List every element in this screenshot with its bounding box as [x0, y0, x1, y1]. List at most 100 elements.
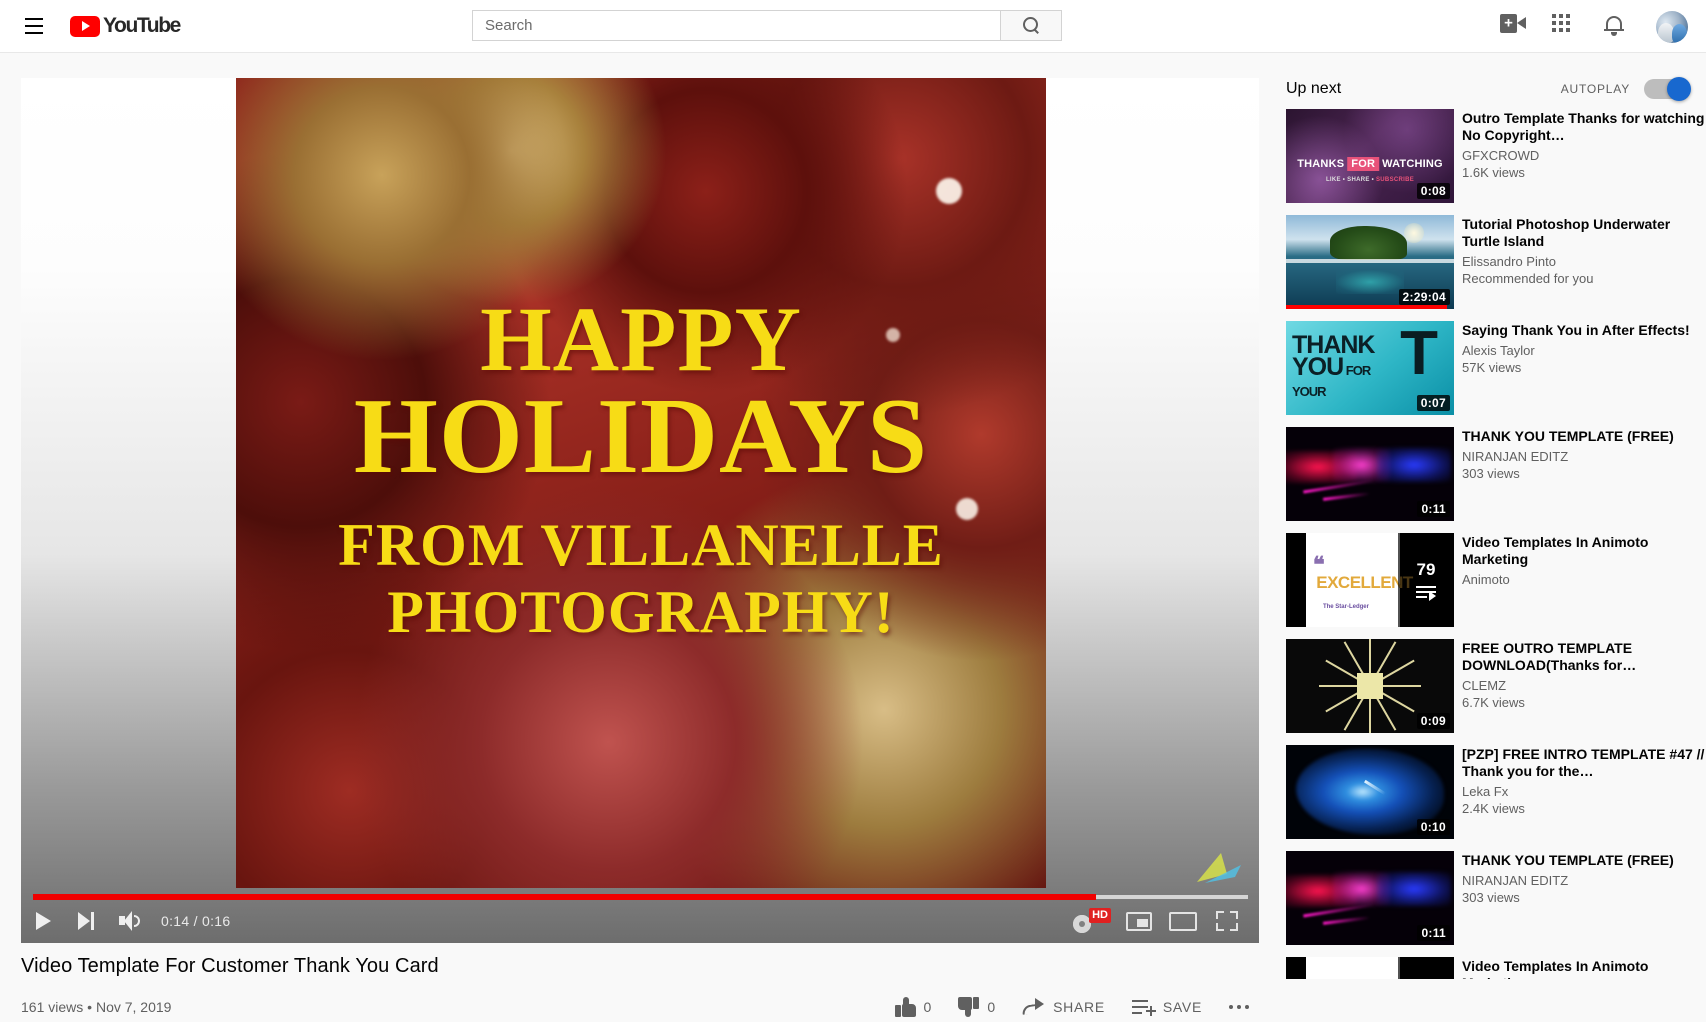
channel-watermark-icon[interactable]: [1191, 851, 1243, 885]
video-duration: 0:11: [1417, 925, 1450, 941]
up-next-item[interactable]: 2:29:04 Tutorial Photoshop Underwater Tu…: [1286, 215, 1706, 309]
save-button[interactable]: SAVE: [1122, 992, 1212, 1022]
video-duration: 0:11: [1417, 501, 1450, 517]
video-info: Tutorial Photoshop Underwater Turtle Isl…: [1462, 215, 1706, 309]
autoplay-control: AUTOPLAY: [1561, 77, 1691, 101]
view-count: 161 views: [21, 999, 84, 1015]
video-title: Tutorial Photoshop Underwater Turtle Isl…: [1462, 216, 1671, 250]
hamburger-menu-icon[interactable]: [14, 6, 54, 46]
up-next-item[interactable]: 0:11 THANK YOU TEMPLATE (FREE) NIRANJAN …: [1286, 427, 1706, 521]
channel-name[interactable]: CLEMZ: [1462, 678, 1706, 695]
volume-button[interactable]: [109, 899, 153, 943]
up-next-item[interactable]: ❝ EXCELLENTThe Star-Ledger 79 Video Temp…: [1286, 957, 1706, 979]
up-next-heading: Up next: [1286, 80, 1342, 97]
share-icon: [1021, 998, 1045, 1016]
dislike-button[interactable]: 0: [948, 992, 1005, 1022]
up-next-item[interactable]: ❝ EXCELLENTThe Star-Ledger 79 Video Temp…: [1286, 533, 1706, 627]
search-input[interactable]: [472, 10, 1000, 41]
video-duration: 0:08: [1416, 183, 1450, 199]
settings-gear-icon: HD: [1073, 908, 1111, 934]
video-thumbnail[interactable]: 0:10: [1286, 745, 1454, 839]
overlay-line-3: FROM VILLANELLE: [338, 511, 944, 578]
channel-name[interactable]: NIRANJAN EDITZ: [1462, 449, 1706, 466]
save-to-playlist-icon: [1131, 999, 1156, 1016]
video-title: [PZP] FREE INTRO TEMPLATE #47 // Thank y…: [1462, 746, 1705, 780]
avatar[interactable]: [1656, 10, 1688, 43]
video-info: Outro Template Thanks for watching No Co…: [1462, 109, 1706, 203]
channel-name[interactable]: NIRANJAN EDITZ: [1462, 873, 1706, 890]
video-title: FREE OUTRO TEMPLATE DOWNLOAD(Thanks for…: [1462, 640, 1637, 674]
channel-name[interactable]: Alexis Taylor: [1462, 343, 1706, 360]
up-next-sidebar[interactable]: Up next AUTOPLAY THANKS FOR WATCHING LIKE …: [1286, 53, 1706, 979]
video-thumbnail[interactable]: ❝ EXCELLENTThe Star-Ledger 79: [1286, 533, 1454, 627]
notifications-bell-icon: [1604, 14, 1624, 37]
video-overlay-text: HAPPY HOLIDAYS FROM VILLANELLE PHOTOGRAP…: [236, 293, 1046, 646]
page-content: HAPPY HOLIDAYS FROM VILLANELLE PHOTOGRAP…: [0, 53, 1706, 1017]
miniplayer-icon: [1126, 911, 1152, 931]
share-label: SHARE: [1053, 999, 1105, 1015]
volume-icon: [119, 911, 143, 931]
view-count: 303 views: [1462, 889, 1520, 905]
video-thumbnail[interactable]: THANKS FOR WATCHING LIKE • SHARE • SUBSCRI…: [1286, 109, 1454, 203]
video-thumbnail[interactable]: 0:09: [1286, 639, 1454, 733]
video-thumbnail[interactable]: T THANK YOU FOR YOUR 0:07: [1286, 321, 1454, 415]
miniplayer-button[interactable]: [1117, 899, 1161, 943]
more-actions-button[interactable]: [1219, 992, 1259, 1022]
view-count: 2.4K views: [1462, 801, 1525, 817]
channel-name[interactable]: Leka Fx: [1462, 784, 1706, 801]
player-right-controls: HD: [1067, 899, 1259, 943]
fullscreen-button[interactable]: [1205, 899, 1249, 943]
channel-name[interactable]: GFXCROWD: [1462, 148, 1706, 165]
next-video-button[interactable]: [65, 899, 109, 943]
video-thumbnail[interactable]: 0:11: [1286, 427, 1454, 521]
more-horizontal-icon: [1229, 1005, 1249, 1009]
share-button[interactable]: SHARE: [1012, 992, 1115, 1022]
up-next-item[interactable]: 0:11 THANK YOU TEMPLATE (FREE) NIRANJAN …: [1286, 851, 1706, 945]
hd-badge: HD: [1089, 908, 1111, 923]
header-actions: [1500, 0, 1688, 53]
play-button[interactable]: [21, 899, 65, 943]
video-thumbnail[interactable]: ❝ EXCELLENTThe Star-Ledger 79: [1286, 957, 1454, 979]
video-duration: 2:29:04: [1398, 289, 1450, 305]
video-thumbnail[interactable]: 2:29:04: [1286, 215, 1454, 309]
apps-button[interactable]: [1552, 13, 1578, 40]
video-meta: Video Template For Customer Thank You Ca…: [21, 955, 1259, 1022]
like-button[interactable]: 0: [885, 992, 942, 1022]
fullscreen-icon: [1216, 911, 1238, 931]
search-button[interactable]: [1000, 10, 1062, 41]
channel-name[interactable]: Animoto: [1462, 572, 1706, 589]
search-bar: [472, 10, 1062, 41]
create-video-button[interactable]: [1500, 13, 1526, 40]
up-next-item[interactable]: 0:10 [PZP] FREE INTRO TEMPLATE #47 // Th…: [1286, 745, 1706, 839]
up-next-item[interactable]: T THANK YOU FOR YOUR 0:07 Saying Thank You…: [1286, 321, 1706, 415]
channel-name[interactable]: Elissandro Pinto: [1462, 254, 1706, 271]
video-player[interactable]: HAPPY HOLIDAYS FROM VILLANELLE PHOTOGRAP…: [21, 78, 1259, 943]
view-count: Recommended for you: [1462, 271, 1594, 287]
video-info: Saying Thank You in After Effects! Alexi…: [1462, 321, 1706, 415]
autoplay-toggle[interactable]: [1644, 77, 1691, 101]
dislike-count: 0: [987, 999, 996, 1015]
settings-button[interactable]: HD: [1067, 899, 1117, 943]
video-title: Outro Template Thanks for watching No Co…: [1462, 110, 1705, 144]
youtube-wordmark: YouTube: [103, 14, 181, 37]
video-duration: 0:10: [1416, 819, 1450, 835]
video-title: Saying Thank You in After Effects!: [1462, 322, 1690, 338]
up-next-item[interactable]: THANKS FOR WATCHING LIKE • SHARE • SUBSCRI…: [1286, 109, 1706, 203]
video-frame: HAPPY HOLIDAYS FROM VILLANELLE PHOTOGRAP…: [236, 78, 1046, 888]
notifications-button[interactable]: [1604, 14, 1630, 40]
video-title: THANK YOU TEMPLATE (FREE): [1462, 852, 1674, 868]
play-icon: [35, 912, 51, 930]
video-info: Video Templates In Animoto Marketing Ani…: [1462, 533, 1706, 627]
like-count: 0: [923, 999, 932, 1015]
overlay-line-4: PHOTOGRAPHY!: [387, 579, 895, 646]
video-thumbnail[interactable]: 0:11: [1286, 851, 1454, 945]
view-count-and-date: 161 views • Nov 7, 2019: [21, 999, 171, 1015]
view-count: 6.7K views: [1462, 695, 1525, 711]
up-next-list: THANKS FOR WATCHING LIKE • SHARE • SUBSCRI…: [1286, 109, 1706, 979]
create-video-icon: [1500, 13, 1526, 33]
publish-date: Nov 7, 2019: [95, 999, 172, 1015]
theater-mode-button[interactable]: [1161, 899, 1205, 943]
up-next-item[interactable]: 0:09 FREE OUTRO TEMPLATE DOWNLOAD(Thanks…: [1286, 639, 1706, 733]
youtube-logo[interactable]: YouTube: [70, 14, 181, 38]
view-count: 57K views: [1462, 359, 1522, 375]
